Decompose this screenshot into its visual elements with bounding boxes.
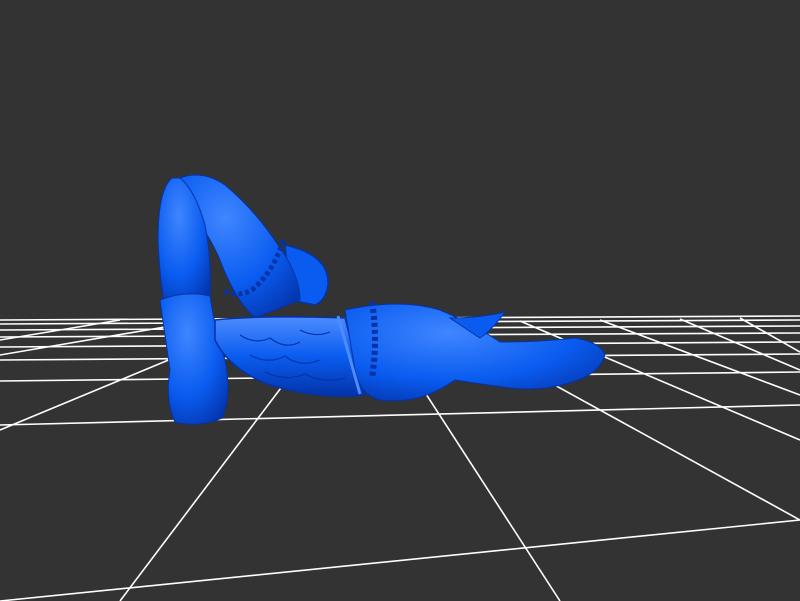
model-boot (159, 293, 229, 425)
3d-viewport[interactable] (0, 0, 800, 601)
reclining-figure-3d-model[interactable] (157, 174, 606, 425)
viewport-canvas[interactable] (0, 0, 800, 601)
